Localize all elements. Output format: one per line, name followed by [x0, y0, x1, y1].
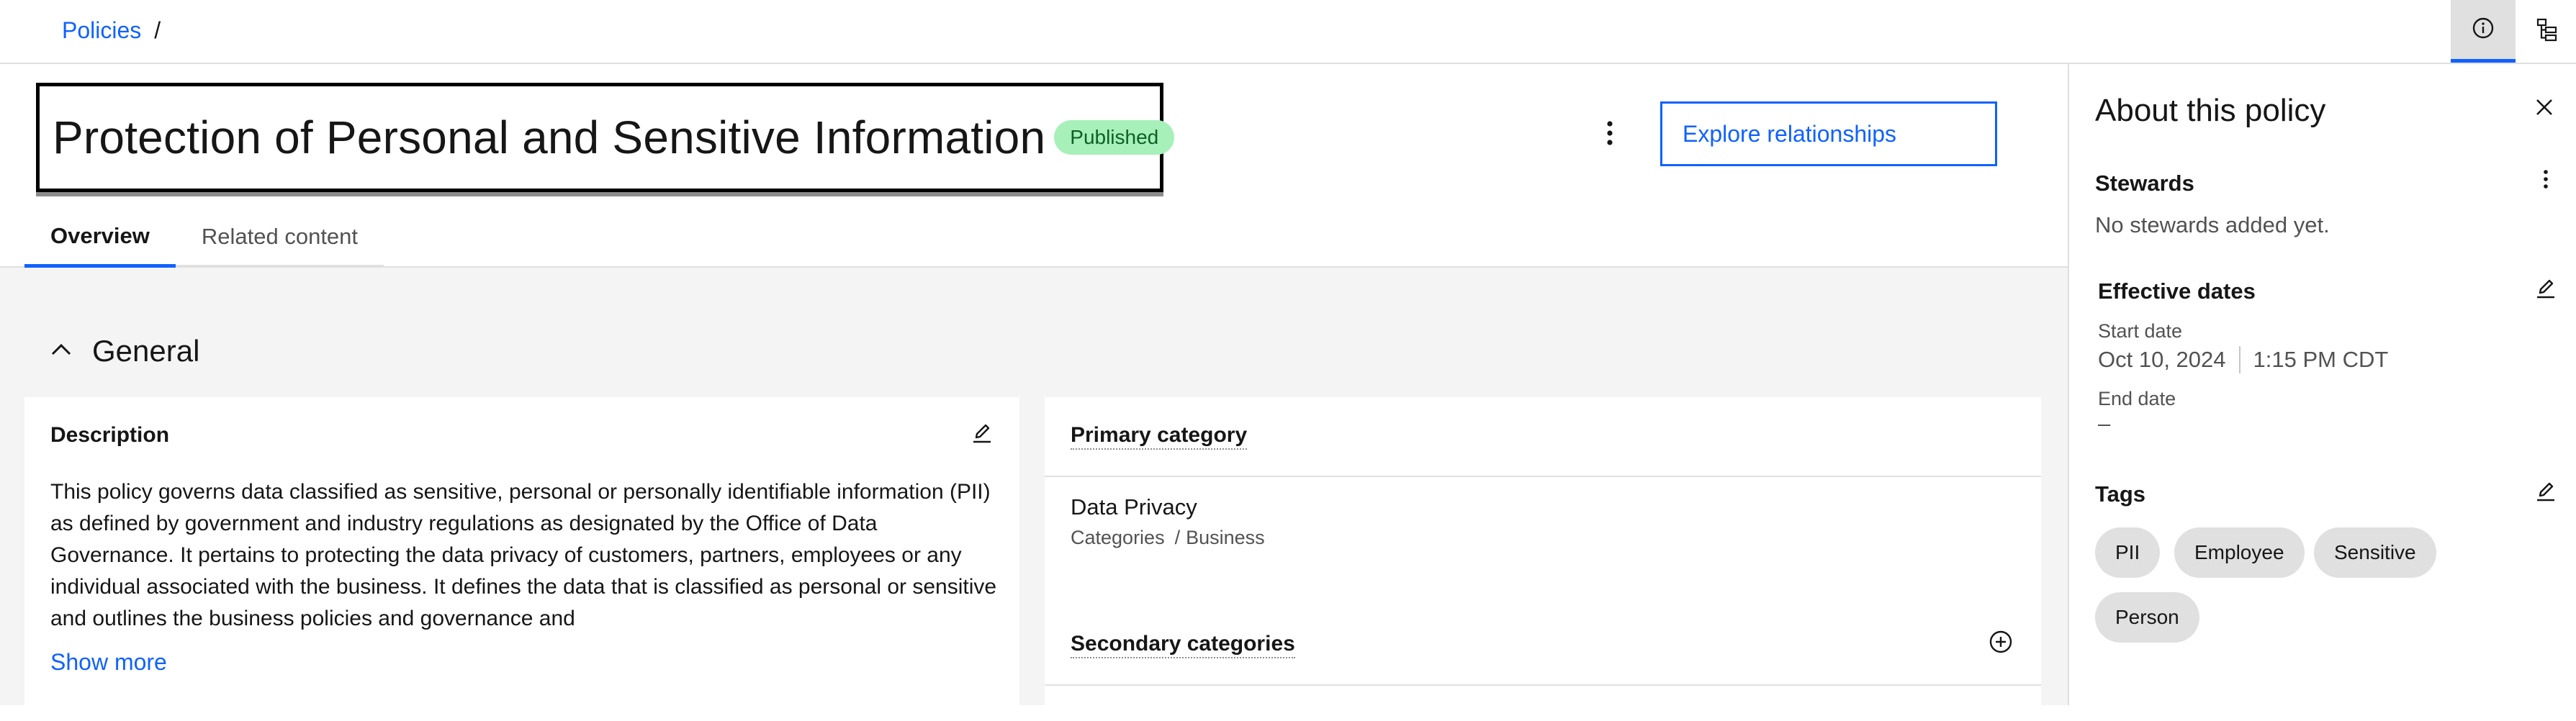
edit-icon: [2534, 277, 2557, 304]
category-path: Categories / Business: [1071, 527, 1265, 549]
main-content: Protection of Personal and Sensitive Inf…: [0, 64, 2068, 721]
show-more-link[interactable]: Show more: [50, 649, 167, 676]
secondary-categories-title: Secondary categories: [1071, 632, 1295, 658]
tag-pii[interactable]: PII: [2095, 527, 2161, 578]
description-card: Description This policy governs data cla…: [24, 397, 1019, 705]
description-title: Description: [50, 423, 170, 447]
general-section-toggle[interactable]: General: [50, 334, 199, 368]
category-path-root: Categories: [1071, 527, 1165, 548]
add-secondary-category-button[interactable]: [1983, 626, 2018, 661]
close-icon: [2535, 98, 2554, 120]
close-panel-button[interactable]: [2524, 89, 2564, 129]
category-path-separator: /: [1174, 527, 1181, 548]
stewards-empty-text: No stewards added yet.: [2095, 212, 2330, 237]
effective-dates-title: Effective dates: [2098, 278, 2256, 304]
edit-icon: [2534, 480, 2557, 507]
date-time-divider: [2238, 346, 2241, 373]
info-panel-button[interactable]: [2451, 0, 2516, 63]
explore-relationships-button[interactable]: Explore relationships: [1660, 101, 1997, 166]
breadcrumb: Policies /: [62, 17, 161, 44]
breadcrumb-separator: /: [154, 17, 161, 43]
primary-category-label: Primary category: [1071, 423, 1248, 450]
overflow-menu-vertical-icon: [1606, 120, 1613, 150]
tag-employee[interactable]: Employee: [2174, 527, 2305, 578]
start-date-label: Start date: [2098, 320, 2183, 342]
secondary-categories-card: Secondary categories: [1045, 606, 2041, 721]
top-bar: Policies /: [0, 0, 2576, 64]
page-title: Protection of Personal and Sensitive Inf…: [53, 112, 1046, 163]
tags-title: Tags: [2095, 481, 2146, 507]
description-text: This policy governs data classified as s…: [50, 480, 997, 630]
secondary-categories-label: Secondary categories: [1071, 632, 1295, 658]
policy-header: Protection of Personal and Sensitive Inf…: [0, 64, 2068, 268]
start-time: 1:15 PM CDT: [2253, 347, 2389, 372]
add-circle-icon: [1989, 630, 2013, 658]
side-panel-title: About this policy: [2095, 93, 2326, 128]
primary-category-title: Primary category: [1071, 423, 1248, 450]
about-policy-panel: About this policy Stewards No stewards a…: [2068, 64, 2576, 705]
overflow-menu-button[interactable]: [1587, 112, 1633, 158]
status-badge: Published: [1054, 120, 1175, 155]
hierarchy-panel-button[interactable]: [2516, 0, 2576, 63]
start-date: Oct 10, 2024: [2098, 347, 2226, 372]
end-date-label: End date: [2098, 388, 2176, 409]
divider: [1045, 476, 2041, 477]
category-name[interactable]: Data Privacy: [1071, 494, 1197, 520]
start-date-value: Oct 10, 2024 1:15 PM CDT: [2098, 346, 2388, 373]
tab-list: Overview Related content: [24, 208, 384, 268]
chevron-up-icon: [50, 343, 72, 360]
overflow-menu-vertical-icon: [2543, 169, 2549, 193]
hierarchy-icon: [2536, 17, 2560, 45]
information-icon: [2472, 17, 2495, 43]
stewards-overflow-button[interactable]: [2528, 163, 2563, 198]
section-title-general: General: [92, 334, 200, 368]
tab-overview[interactable]: Overview: [24, 208, 176, 268]
edit-icon: [970, 422, 994, 448]
title-box: Protection of Personal and Sensitive Inf…: [36, 83, 1175, 192]
edit-description-button[interactable]: [965, 417, 999, 452]
breadcrumb-link-policies[interactable]: Policies: [62, 17, 141, 44]
tag-sensitive[interactable]: Sensitive: [2314, 527, 2436, 578]
edit-effective-dates-button[interactable]: [2528, 273, 2563, 307]
divider: [1045, 684, 2041, 686]
stewards-title: Stewards: [2095, 171, 2194, 196]
tag-person[interactable]: Person: [2095, 592, 2199, 643]
category-path-leaf: Business: [1186, 527, 1265, 548]
end-date-value: –: [2098, 411, 2111, 436]
edit-tags-button[interactable]: [2528, 476, 2563, 510]
tab-related-content[interactable]: Related content: [175, 208, 384, 268]
